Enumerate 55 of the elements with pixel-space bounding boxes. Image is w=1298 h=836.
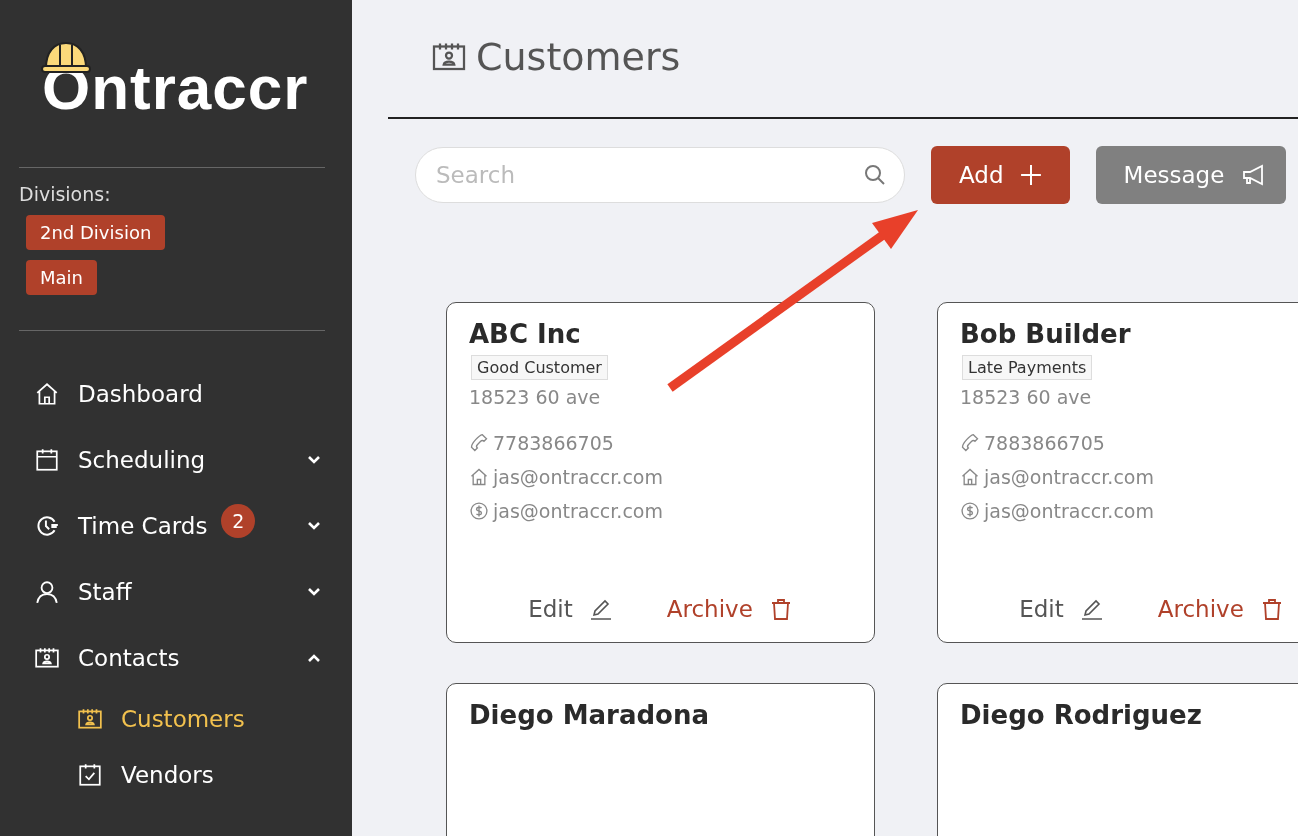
customer-tag: Late Payments (962, 355, 1093, 380)
nav-subitem[interactable]: Vendors (19, 747, 325, 803)
nav-item[interactable]: Time Cards 2 (19, 493, 325, 559)
calendar-check-icon (77, 762, 103, 788)
person-icon (34, 579, 60, 605)
message-button[interactable]: Message (1095, 146, 1287, 204)
plus-icon (1019, 164, 1042, 186)
customer-card[interactable]: Diego Maradona (446, 683, 875, 836)
home-icon (34, 381, 60, 407)
divisions-label: Divisions: (19, 183, 112, 205)
customer-name: Bob Builder (960, 319, 1131, 349)
phone-icon (469, 433, 489, 453)
phone-number: 7783866705 (493, 432, 614, 454)
address-text: 18523 60 ave (960, 386, 1092, 408)
billing-email-text: jas@ontraccr.com (984, 500, 1154, 522)
division-tag[interactable]: Main (26, 260, 97, 295)
pencil-icon (588, 597, 613, 621)
address-text: 18523 60 ave (469, 386, 601, 408)
nav-item[interactable]: Scheduling (19, 427, 325, 493)
search-icon (863, 163, 887, 187)
archive-button[interactable]: Archive (1157, 596, 1284, 622)
add-button[interactable]: Add (931, 146, 1070, 204)
customer-card[interactable]: Diego Rodriguez (937, 683, 1298, 836)
phone-icon (960, 433, 980, 453)
nav-subitem[interactable]: Customers (19, 691, 325, 747)
customer-card[interactable]: ABC Inc Good Customer 18523 60 ave 7783866705 jas@ontraccr.com jas@ontraccr.com Edit Archive (446, 302, 875, 643)
search-field[interactable]: Search (415, 147, 905, 203)
edit-button[interactable]: Edit (1019, 596, 1104, 622)
edit-button[interactable]: Edit (528, 596, 613, 622)
billing-email-text: jas@ontraccr.com (493, 500, 663, 522)
contact-card-icon (77, 706, 103, 732)
archive-button[interactable]: Archive (666, 596, 793, 622)
nav-item[interactable]: Staff (19, 559, 325, 625)
nav-item[interactable]: Contacts (19, 625, 325, 691)
contact-card-icon (34, 645, 60, 671)
customer-name: ABC Inc (469, 319, 581, 349)
dollar-icon (960, 501, 980, 521)
email-text: jas@ontraccr.com (493, 466, 663, 488)
customer-tag: Good Customer (471, 355, 608, 380)
dollar-icon (469, 501, 489, 521)
email-text: jas@ontraccr.com (984, 466, 1154, 488)
customer-name: Diego Rodriguez (960, 700, 1202, 730)
phone-number: 7883866705 (984, 432, 1105, 454)
nav-item[interactable]: Dashboard (19, 361, 325, 427)
pencil-icon (1079, 597, 1104, 621)
customer-name: Diego Maradona (469, 700, 709, 730)
division-tag[interactable]: 2nd Division (26, 215, 166, 250)
logo-wordmark: Ontraccr (42, 60, 309, 116)
page-title: Customers (476, 34, 681, 79)
home-icon (960, 467, 980, 487)
customer-card[interactable]: Bob Builder Late Payments 18523 60 ave 7883866705 jas@ontraccr.com jas@ontraccr.com Edit Archive (937, 302, 1298, 643)
home-icon (469, 467, 489, 487)
clock-icon (34, 513, 60, 539)
calendar-icon (34, 447, 60, 473)
notification-badge: 2 (221, 504, 256, 538)
